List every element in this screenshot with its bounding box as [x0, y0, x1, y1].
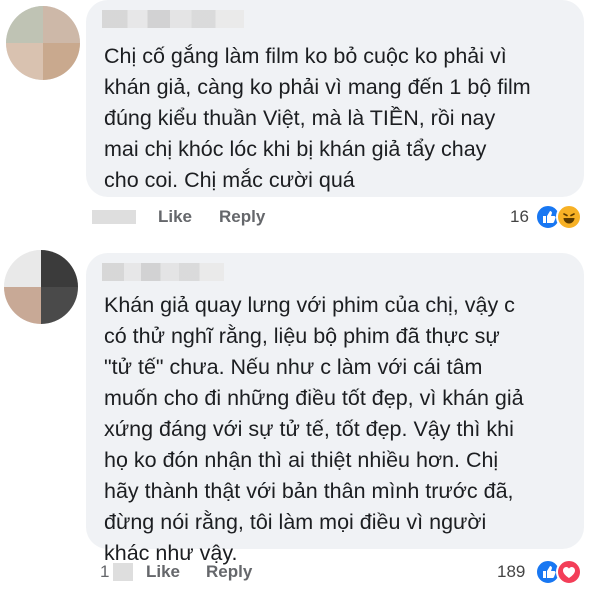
timestamp-blur — [113, 563, 133, 581]
reaction-count[interactable]: 189 — [497, 562, 525, 582]
comment-actions: Like Reply — [92, 207, 572, 231]
love-reaction-icon — [556, 559, 582, 585]
comment-text: Khán giả quay lưng với phim của chị, vậy… — [104, 293, 524, 565]
reply-button[interactable]: Reply — [219, 207, 265, 227]
comment-actions: 1 Like Reply — [100, 562, 530, 586]
reaction-count[interactable]: 16 — [510, 207, 529, 227]
comment-bubble: Chị cố gắng làm film ko bỏ cuộc ko phải … — [86, 0, 584, 197]
avatar[interactable] — [4, 250, 78, 324]
reply-button[interactable]: Reply — [206, 562, 252, 582]
like-button[interactable]: Like — [158, 207, 192, 227]
haha-reaction-icon — [556, 204, 582, 230]
timestamp[interactable]: 1 — [100, 562, 109, 582]
avatar[interactable] — [6, 6, 80, 80]
comment-text: Chị cố gắng làm film ko bỏ cuộc ko phải … — [104, 44, 531, 192]
commenter-name[interactable] — [102, 263, 224, 281]
timestamp[interactable] — [92, 210, 136, 224]
commenter-name[interactable] — [102, 10, 244, 28]
like-button[interactable]: Like — [146, 562, 180, 582]
comment-bubble: Khán giả quay lưng với phim của chị, vậy… — [86, 253, 584, 565]
